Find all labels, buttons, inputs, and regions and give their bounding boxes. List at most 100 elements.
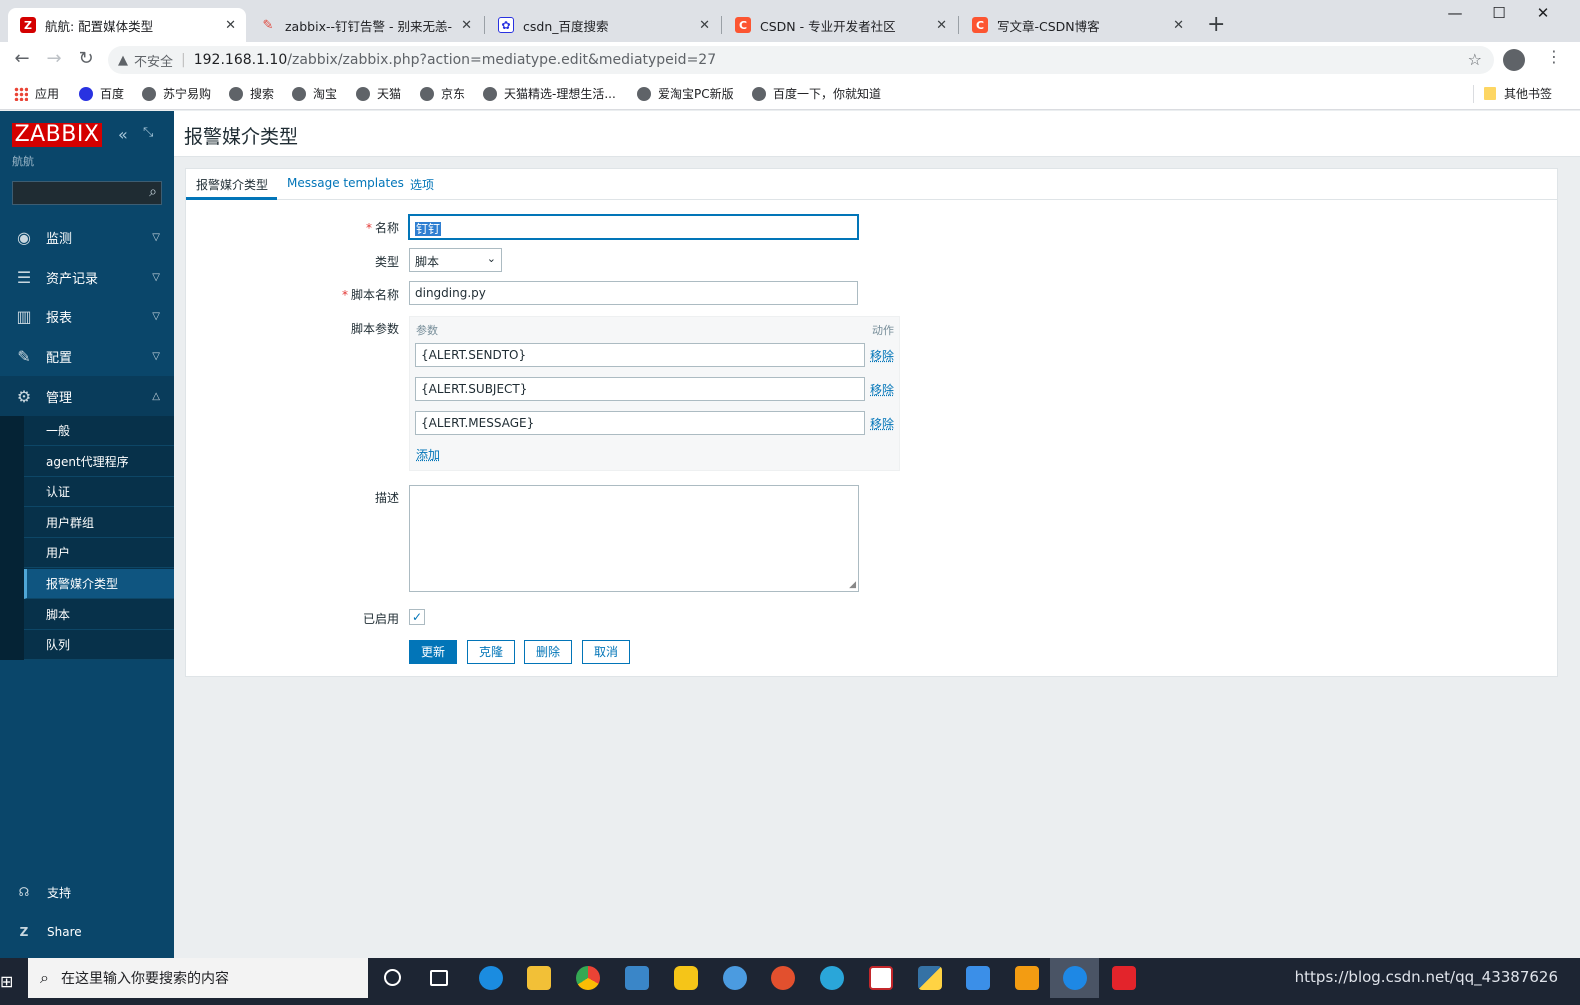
browser-tab-csdn-baidu[interactable]: ✿ csdn_百度搜索 ✕ [486, 8, 720, 42]
search-icon[interactable]: ⌕ [149, 184, 157, 200]
close-icon[interactable]: ✕ [1173, 18, 1184, 33]
delete-button[interactable]: 删除 [524, 640, 572, 664]
globe-icon [420, 86, 434, 101]
window-close-button[interactable]: ✕ [1520, 4, 1566, 22]
submenu-media-types[interactable]: 报警媒介类型 [24, 569, 174, 599]
update-button[interactable]: 更新 [409, 640, 457, 664]
bookmark-tmall-select[interactable]: 天猫精选-理想生活... [483, 85, 616, 102]
type-label: 类型 [374, 255, 399, 269]
bookmark-tmall[interactable]: 天猫 [356, 85, 401, 102]
cancel-button[interactable]: 取消 [582, 640, 630, 664]
kiosk-mode-icon[interactable]: ⤡ [143, 125, 153, 140]
tab-media-type[interactable]: 报警媒介类型 [196, 176, 268, 193]
windows-start-icon[interactable]: ⊞ [0, 972, 13, 991]
other-bookmarks[interactable]: 其他书签 [1484, 85, 1552, 102]
dingtalk-icon[interactable] [1063, 966, 1087, 990]
forward-arrow-icon[interactable]: → [42, 48, 66, 69]
python-icon[interactable] [918, 966, 942, 990]
enabled-label: 已启用 [362, 612, 399, 626]
submenu-general[interactable]: 一般 [24, 416, 174, 446]
globe-icon [292, 86, 306, 101]
close-icon[interactable]: ✕ [699, 18, 710, 33]
description-textarea[interactable]: ◢ [409, 485, 859, 592]
chrome-icon[interactable] [576, 966, 600, 990]
sidebar-search-input[interactable]: ⌕ [12, 181, 162, 205]
submenu-users[interactable]: 用户 [24, 538, 174, 568]
remove-param-link[interactable]: 移除 [870, 415, 894, 432]
taskbar-search-box[interactable]: ⌕ 在这里输入你要搜索的内容 [28, 958, 368, 998]
menu-administration[interactable]: ⚙ 管理 △ [0, 376, 174, 416]
youdao-icon[interactable] [1112, 966, 1136, 990]
submenu-authentication[interactable]: 认证 [24, 477, 174, 507]
edge-dev-icon[interactable] [820, 966, 844, 990]
bookmark-baidu-home[interactable]: 百度一下，你就知道 [752, 85, 881, 102]
app-g-icon[interactable] [674, 966, 698, 990]
wrench-icon: ✎ [17, 346, 31, 366]
address-bar[interactable]: ▲ 不安全 | 192.168.1.10 /zabbix/zabbix.php?… [108, 46, 1494, 74]
file-explorer-icon[interactable] [527, 966, 551, 990]
bookmark-aitaobao[interactable]: 爱淘宝PC新版 [637, 85, 734, 102]
browser-tab-csdn-write[interactable]: C 写文章-CSDN博客 ✕ [960, 8, 1194, 42]
vs-code-icon[interactable] [869, 966, 893, 990]
snail-icon[interactable] [771, 966, 795, 990]
footer-share[interactable]: Z Share [0, 917, 174, 947]
submenu-user-groups[interactable]: 用户群组 [24, 508, 174, 538]
bookmark-taobao[interactable]: 淘宝 [292, 85, 337, 102]
kite-icon[interactable] [723, 966, 747, 990]
submenu-queue[interactable]: 队列 [24, 630, 174, 660]
close-icon[interactable]: ✕ [225, 18, 236, 33]
submenu-proxies[interactable]: agent代理程序 [24, 447, 174, 477]
menu-inventory[interactable]: ☰ 资产记录 ▽ [0, 257, 174, 297]
params-column-header: 参数 [416, 324, 438, 337]
zabbix-logo[interactable]: ZABBIX [12, 123, 102, 147]
bookmark-star-icon[interactable]: ☆ [1468, 50, 1482, 69]
minimize-button[interactable]: — [1432, 4, 1478, 22]
task-view-icon[interactable] [430, 970, 448, 986]
new-tab-button[interactable]: + [1207, 12, 1225, 38]
chevron-down-icon: ▽ [152, 350, 160, 362]
bookmarks-bar: 应用 百度 苏宁易购 搜索 淘宝 天猫 京东 天猫精选-理想生活... 爱淘宝P… [0, 78, 1580, 110]
enabled-checkbox[interactable]: ✓ [409, 609, 425, 625]
close-icon[interactable]: ✕ [461, 18, 472, 33]
menu-monitoring[interactable]: ◉ 监测 ▽ [0, 217, 174, 257]
browser-tab-csdn[interactable]: C CSDN - 专业开发者社区 ✕ [723, 8, 957, 42]
edge-icon[interactable] [479, 966, 503, 990]
browser-tab-zabbix[interactable]: Z 航航: 配置媒体类型 ✕ [8, 8, 246, 42]
back-arrow-icon[interactable]: ← [10, 48, 34, 69]
param-field-message[interactable]: {ALERT.MESSAGE} [415, 411, 865, 435]
cortana-icon[interactable] [384, 969, 401, 986]
bookmark-search[interactable]: 搜索 [229, 85, 274, 102]
tab-message-templates[interactable]: Message templates [287, 176, 404, 190]
bookmark-apps[interactable]: 应用 [14, 85, 59, 102]
menu-reports[interactable]: ▥ 报表 ▽ [0, 296, 174, 336]
name-field[interactable]: 钉钉 [409, 215, 858, 239]
profile-avatar-icon[interactable] [1503, 49, 1525, 71]
browser-tab-zabbix-dingding[interactable]: ✎ zabbix--钉钉告警 - 别来无恙- - ✕ [248, 8, 482, 42]
menu-configuration[interactable]: ✎ 配置 ▽ [0, 336, 174, 376]
tab-options[interactable]: 选项 [410, 176, 434, 193]
remote-desktop-icon[interactable] [625, 966, 649, 990]
menu-kebab-icon[interactable]: ⋮ [1546, 47, 1562, 66]
feishu-icon[interactable] [966, 966, 990, 990]
script-name-field[interactable]: dingding.py [409, 281, 858, 305]
param-field-subject[interactable]: {ALERT.SUBJECT} [415, 377, 865, 401]
warning-triangle-icon: ▲ [118, 52, 128, 68]
remove-param-link[interactable]: 移除 [870, 381, 894, 398]
resize-grip-icon[interactable]: ◢ [849, 580, 856, 590]
bookmark-baidu[interactable]: 百度 [79, 85, 124, 102]
maximize-button[interactable]: ☐ [1476, 4, 1522, 22]
reload-icon[interactable]: ↻ [74, 48, 98, 69]
submenu-scripts[interactable]: 脚本 [24, 600, 174, 630]
close-icon[interactable]: ✕ [936, 18, 947, 33]
param-field-sendto[interactable]: {ALERT.SENDTO} [415, 343, 865, 367]
type-select[interactable]: 脚本 ⌄ [409, 248, 502, 272]
action-column-header: 动作 [872, 324, 894, 337]
vmware-icon[interactable] [1015, 966, 1039, 990]
remove-param-link[interactable]: 移除 [870, 347, 894, 364]
collapse-sidebar-icon[interactable]: « [118, 125, 128, 144]
bookmark-suning[interactable]: 苏宁易购 [142, 85, 211, 102]
footer-support[interactable]: ☊ 支持 [0, 877, 174, 907]
add-param-link[interactable]: 添加 [416, 446, 440, 463]
bookmark-jd[interactable]: 京东 [420, 85, 465, 102]
clone-button[interactable]: 克隆 [467, 640, 515, 664]
